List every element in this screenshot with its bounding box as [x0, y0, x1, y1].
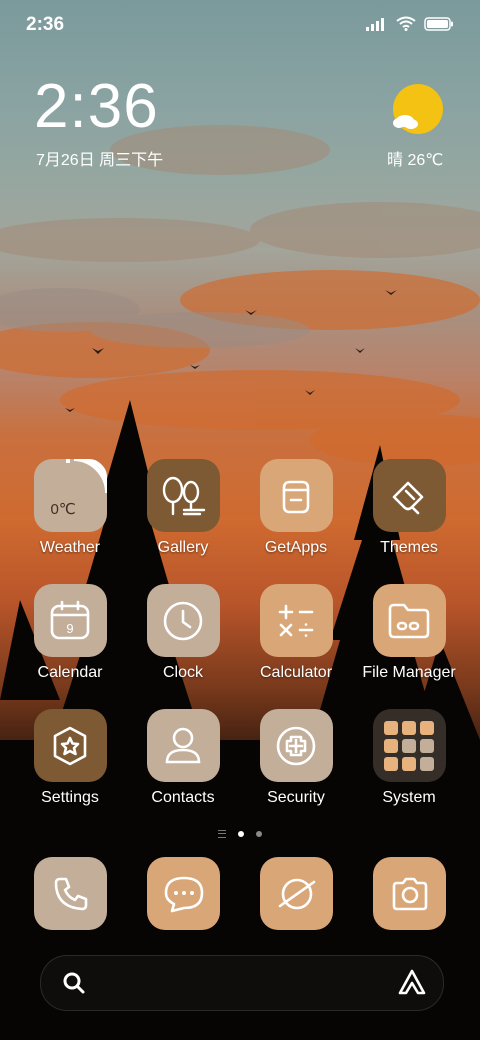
app-security[interactable]: Security — [236, 709, 356, 807]
app-label-calendar: Calendar — [37, 664, 103, 681]
system-folder-icon — [372, 709, 446, 782]
calculator-icon — [259, 584, 333, 657]
app-label-weather: Weather — [39, 539, 101, 556]
dock-messages[interactable] — [147, 857, 220, 930]
shopping-bag-icon — [259, 459, 333, 532]
status-icons — [366, 16, 454, 31]
camera-icon — [392, 877, 427, 910]
page-dot[interactable] — [256, 831, 262, 837]
app-label-security: Security — [267, 789, 325, 806]
dock-phone[interactable] — [34, 857, 107, 930]
app-weather[interactable]: 0℃ Weather — [10, 459, 130, 557]
sunny-icon[interactable] — [390, 84, 446, 136]
gallery-icon — [146, 459, 220, 532]
clock-widget-date: 7月26日 周三下午 — [36, 152, 164, 169]
app-label-calculator: Calculator — [259, 664, 333, 681]
calendar-icon: 9 — [33, 584, 107, 657]
app-label-clock: Clock — [162, 664, 203, 681]
app-calendar[interactable]: 9 Calendar — [10, 584, 130, 682]
app-system-folder[interactable]: System — [349, 709, 469, 807]
app-label-system: System — [382, 789, 436, 806]
page-dot-active[interactable] — [238, 831, 244, 837]
paintbrush-icon — [372, 459, 446, 532]
app-file-manager[interactable]: File Manager — [349, 584, 469, 682]
clock-widget-time[interactable]: 2:36 — [34, 76, 159, 138]
app-themes[interactable]: Themes — [349, 459, 469, 557]
app-label-themes: Themes — [380, 539, 438, 556]
wifi-icon — [396, 16, 416, 31]
app-calculator[interactable]: Calculator — [236, 584, 356, 682]
security-icon — [259, 709, 333, 782]
app-clock[interactable]: Clock — [123, 584, 243, 682]
app-gallery[interactable]: Gallery — [123, 459, 243, 557]
app-label-getapps: GetApps — [264, 539, 328, 556]
assistant-icon[interactable] — [397, 968, 427, 998]
app-contacts[interactable]: Contacts — [123, 709, 243, 807]
weather-widget-text: 晴 26℃ — [387, 152, 444, 169]
search-bar[interactable] — [40, 955, 444, 1011]
search-icon[interactable] — [61, 970, 87, 996]
status-time: 2:36 — [26, 14, 65, 35]
calendar-day: 9 — [66, 621, 73, 636]
dock-browser[interactable] — [260, 857, 333, 930]
status-bar: 2:36 — [0, 0, 480, 50]
settings-gear-icon — [33, 709, 107, 782]
dock-camera[interactable] — [373, 857, 446, 930]
signal-icon — [366, 17, 384, 31]
person-icon — [146, 709, 220, 782]
app-label-settings: Settings — [41, 789, 99, 806]
app-getapps[interactable]: GetApps — [236, 459, 356, 557]
weather-app-icon: 0℃ — [33, 459, 107, 532]
weather-app-temp: 0℃ — [50, 501, 76, 518]
app-label-contacts: Contacts — [151, 789, 215, 806]
battery-icon — [424, 16, 453, 31]
message-icon — [164, 876, 203, 912]
planet-icon — [278, 878, 315, 909]
app-label-file-manager: File Manager — [362, 664, 456, 681]
clock-icon — [146, 584, 220, 657]
folder-icon — [372, 584, 446, 657]
phone-icon — [54, 877, 87, 910]
app-settings[interactable]: Settings — [10, 709, 130, 807]
app-label-gallery: Gallery — [157, 539, 209, 556]
page-indicator-feed[interactable] — [218, 830, 226, 838]
page-indicator[interactable] — [0, 830, 480, 838]
